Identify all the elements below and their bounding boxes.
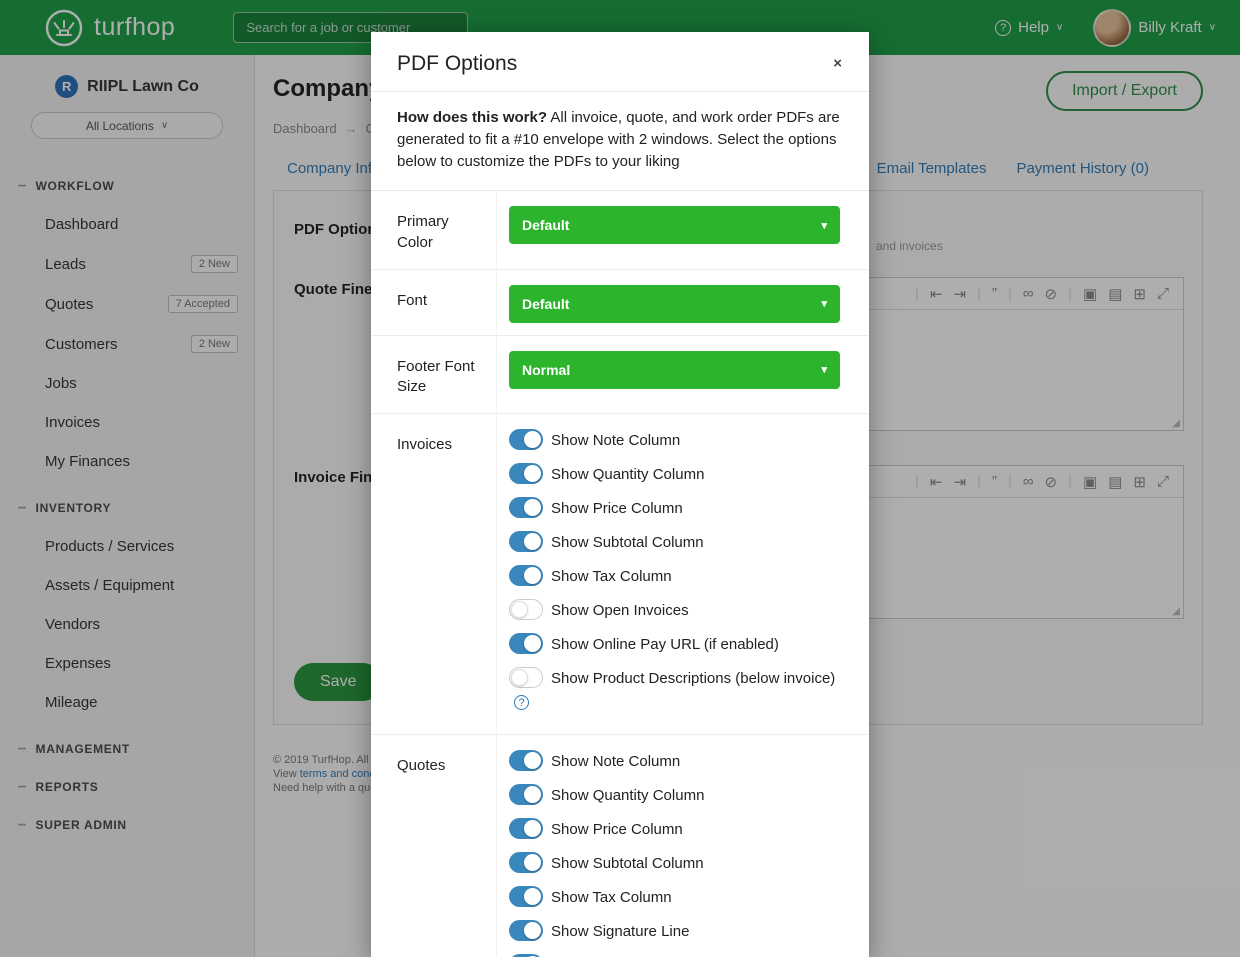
invoices-show-subtotal-column-toggle[interactable] [509,531,543,552]
field-label: Primary Color [371,191,497,269]
toggle-row: Show Quantity Column [509,463,840,485]
selected-value: Normal [522,362,570,378]
toggle-row: Show Subtotal Column [509,852,840,874]
toggle-label: Show Signature Line [551,923,689,940]
toggle-knob [524,888,541,905]
toggle-knob [524,431,541,448]
toggle-label: Show Quantity Column [551,787,704,804]
form-row-invoices: Invoices Show Note Column Show Quantity … [371,414,869,735]
toggle-knob [524,752,541,769]
toggle-label: Show Online Pay URL (if enabled) [551,636,779,653]
toggle-label: Show Price Column [551,500,683,517]
toggle-knob [524,820,541,837]
toggle-row: Show Tax Column [509,565,840,587]
toggle-row: Show Open Invoices [509,599,840,621]
caret-down-icon: ▾ [821,363,827,376]
toggle-label: Show Note Column [551,432,680,449]
toggle-knob [524,854,541,871]
toggle-row: Show Price Column [509,818,840,840]
form-row-quotes: Quotes Show Note Column Show Quantity Co… [371,735,869,957]
toggle-knob [511,601,528,618]
close-icon[interactable]: × [828,52,847,75]
invoices-show-note-column-toggle[interactable] [509,429,543,450]
modal-description: How does this work? All invoice, quote, … [371,92,869,191]
toggle-label: Show Open Invoices [551,602,689,619]
toggle-label: Show Note Column [551,753,680,770]
quotes-show-tax-column-toggle[interactable] [509,886,543,907]
toggle-label: Show Price Column [551,821,683,838]
invoices-show-open-invoices-toggle[interactable] [509,599,543,620]
toggle-knob [524,786,541,803]
toggle-knob [524,635,541,652]
toggle-label: Show Product Descriptions (below invoice… [551,670,835,687]
form-row-primary-color: Primary Color Default ▾ [371,191,869,270]
toggle-row: Show Online Pay URL (if enabled) [509,633,840,655]
description-bold: How does this work? [397,109,547,126]
quotes-show-subtotal-column-toggle[interactable] [509,852,543,873]
caret-down-icon: ▾ [821,297,827,310]
toggle-row: Show Signature Line [509,920,840,942]
toggle-label: Show Tax Column [551,889,672,906]
toggle-label: Show Subtotal Column [551,534,704,551]
invoices-show-product-descriptions-toggle[interactable] [509,667,543,688]
help-icon[interactable]: ? [514,695,529,710]
toggle-label: Show Quantity Column [551,466,704,483]
toggle-knob [524,922,541,939]
invoices-show-tax-column-toggle[interactable] [509,565,543,586]
invoices-show-online-pay-url-toggle[interactable] [509,633,543,654]
modal-title: PDF Options [397,52,517,76]
invoices-show-quantity-column-toggle[interactable] [509,463,543,484]
toggle-knob [511,669,528,686]
quotes-show-price-column-toggle[interactable] [509,818,543,839]
quotes-show-signature-line-toggle[interactable] [509,920,543,941]
field-label: Footer Font Size [371,336,497,414]
field-label: Quotes [371,735,497,957]
selected-value: Default [522,217,569,233]
toggle-knob [524,533,541,550]
toggle-row: Show Tax Column [509,886,840,908]
toggle-knob [524,567,541,584]
toggle-label: Show Subtotal Column [551,855,704,872]
font-select[interactable]: Default ▾ [509,285,840,323]
form-row-font: Font Default ▾ [371,270,869,336]
primary-color-select[interactable]: Default ▾ [509,206,840,244]
toggle-knob [524,465,541,482]
form-row-footer-font-size: Footer Font Size Normal ▾ [371,336,869,415]
pdf-options-modal: PDF Options × How does this work? All in… [371,32,869,957]
toggle-label: Show Tax Column [551,568,672,585]
toggle-row: Show Price Column [509,497,840,519]
toggle-knob [524,499,541,516]
toggle-row: Show Quantity Column [509,784,840,806]
invoices-show-price-column-toggle[interactable] [509,497,543,518]
toggle-row: Show Subtotal Column [509,531,840,553]
caret-down-icon: ▾ [821,219,827,232]
field-label: Invoices [371,414,497,734]
quotes-show-note-column-toggle[interactable] [509,750,543,771]
toggle-row: Show Note Column [509,750,840,772]
toggle-row: Show Product Descriptions (below invoice… [509,667,840,710]
selected-value: Default [522,296,569,312]
footer-font-size-select[interactable]: Normal ▾ [509,351,840,389]
field-label: Font [371,270,497,335]
quotes-show-quantity-column-toggle[interactable] [509,784,543,805]
toggle-row: Show Note Column [509,429,840,451]
